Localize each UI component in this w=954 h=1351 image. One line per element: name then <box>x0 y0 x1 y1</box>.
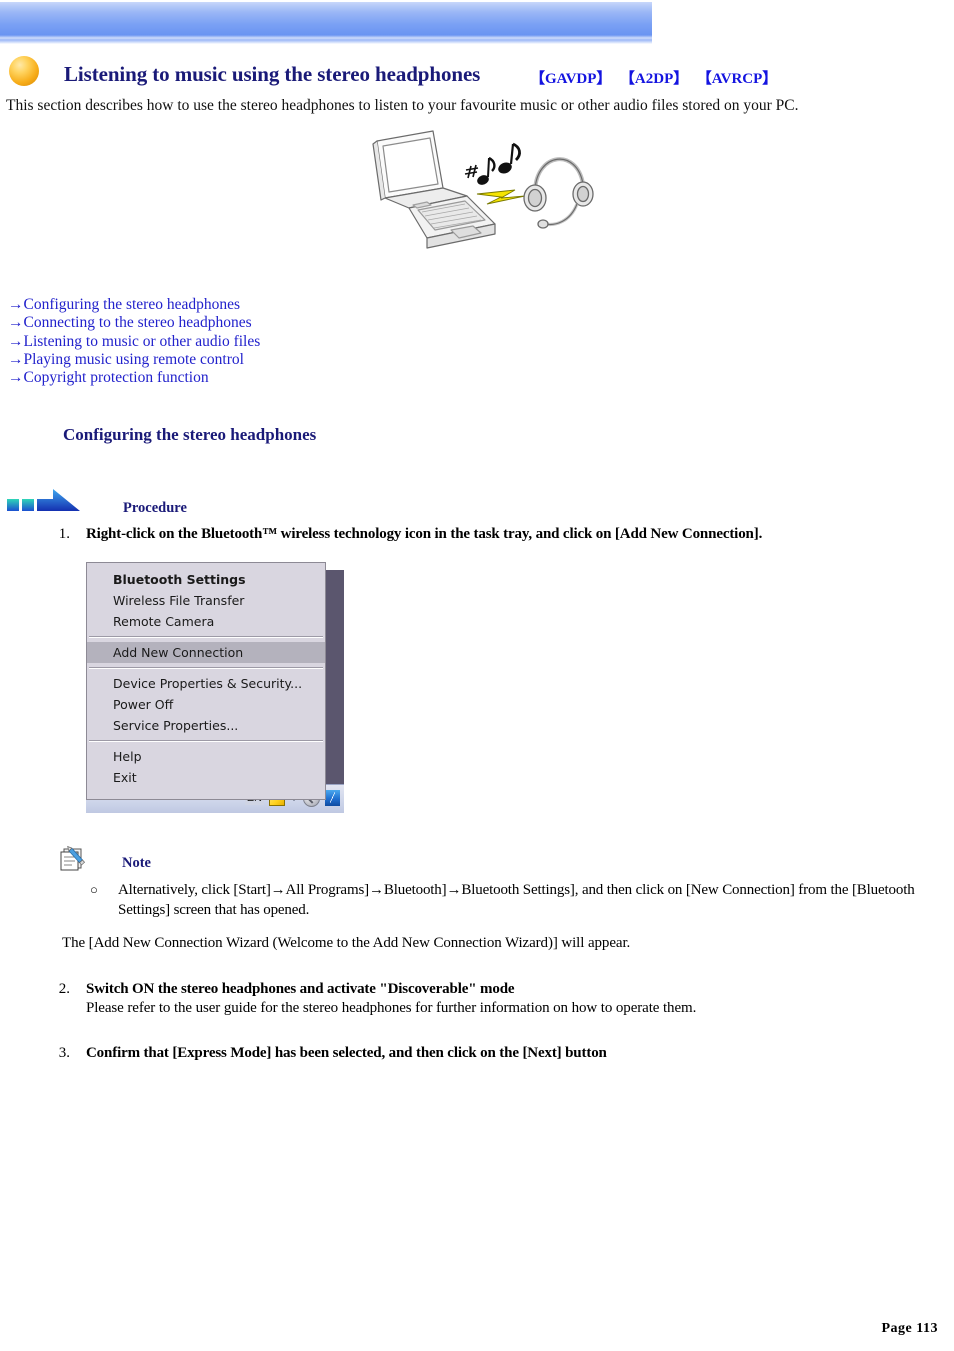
arrow-icon: → <box>8 296 24 313</box>
menu-item-service-properties[interactable]: Service Properties... <box>87 715 325 736</box>
laptop-music-headset-illustration <box>355 126 605 266</box>
note-label: Note <box>122 855 151 871</box>
menu-separator <box>89 667 323 669</box>
context-menu: Bluetooth Settings Wireless File Transfe… <box>86 562 326 800</box>
step-number: 2. <box>58 981 70 997</box>
menu-item-power-off[interactable]: Power Off <box>87 694 325 715</box>
notepad-pencil-icon <box>58 842 92 872</box>
note-text: Alternatively, click [Start]→All Program… <box>118 882 915 918</box>
profile-tag-a2dp: 【A2DP】 <box>627 71 689 87</box>
link-playing[interactable]: Playing music using remote control <box>24 351 244 368</box>
blue-arrow-icon <box>6 487 82 513</box>
profile-tag-gavdp: 【GAVDP】 <box>530 71 612 87</box>
procedure-step-2: 2. Switch ON the stereo headphones and a… <box>44 980 924 1018</box>
list-item[interactable]: →Listening to music or other audio files <box>8 333 408 351</box>
menu-item-remote-camera[interactable]: Remote Camera <box>87 611 325 632</box>
related-links-list: →Configuring the stereo headphones →Conn… <box>8 296 408 387</box>
step-2-detail: Please refer to the user guide for the s… <box>86 1000 697 1016</box>
menu-separator <box>89 636 323 638</box>
link-listening[interactable]: Listening to music or other audio files <box>24 333 261 350</box>
menu-item-exit[interactable]: Exit <box>87 767 325 788</box>
arrow-icon: → <box>8 314 24 332</box>
profile-tag-list: 【GAVDP】 【A2DP】 【AVRCP】 <box>530 67 793 88</box>
section-heading: Configuring the stereo headphones <box>63 425 317 444</box>
top-banner <box>0 2 652 44</box>
menu-item-device-properties-security[interactable]: Device Properties & Security... <box>87 673 325 694</box>
page-footer: Page 113 <box>881 1321 938 1336</box>
orange-sphere-icon <box>9 56 39 86</box>
step-number: 3. <box>58 1045 70 1061</box>
link-connecting[interactable]: Connecting to the stereo headphones <box>24 314 252 331</box>
link-configuring[interactable]: Configuring the stereo headphones <box>24 296 241 313</box>
bluetooth-tray-menu-screenshot: EN Bluetooth Settings Wireless File Tran… <box>86 562 344 813</box>
menu-item-add-new-connection[interactable]: Add New Connection <box>87 642 325 663</box>
arrow-icon: → <box>8 350 24 368</box>
list-item[interactable]: →Connecting to the stereo headphones <box>8 314 408 332</box>
link-copyright[interactable]: Copyright protection function <box>24 369 209 386</box>
arrow-icon: → <box>8 369 24 387</box>
page-title: Listening to music using the stereo head… <box>64 62 481 86</box>
menu-item-bluetooth-settings[interactable]: Bluetooth Settings <box>87 569 325 590</box>
procedure-label: Procedure <box>123 500 187 516</box>
note-bullet-icon: ○ <box>90 882 98 897</box>
procedure-step-3: 3. Confirm that [Express Mode] has been … <box>44 1045 924 1062</box>
list-item[interactable]: →Copyright protection function <box>8 369 408 387</box>
procedure-step-1: 1. Right-click on the Bluetooth™ wireles… <box>44 526 924 543</box>
step-1-text: Right-click on the Bluetooth™ wireless t… <box>86 526 763 542</box>
wizard-appear-text: The [Add New Connection Wizard (Welcome … <box>62 935 631 951</box>
list-item[interactable]: →Playing music using remote control <box>8 351 408 369</box>
intro-paragraph: This section describes how to use the st… <box>6 97 799 114</box>
list-item[interactable]: →Configuring the stereo headphones <box>8 296 408 314</box>
menu-separator <box>89 740 323 742</box>
menu-item-wireless-file-transfer[interactable]: Wireless File Transfer <box>87 590 325 611</box>
step-3-text: Confirm that [Express Mode] has been sel… <box>86 1045 607 1061</box>
step-number: 1. <box>58 526 70 542</box>
menu-item-help[interactable]: Help <box>87 746 325 767</box>
arrow-icon: → <box>8 332 24 350</box>
profile-tag-avrcp: 【AVRCP】 <box>704 71 778 87</box>
bluetooth-icon[interactable] <box>325 790 340 806</box>
step-2-heading: Switch ON the stereo headphones and acti… <box>86 981 515 997</box>
